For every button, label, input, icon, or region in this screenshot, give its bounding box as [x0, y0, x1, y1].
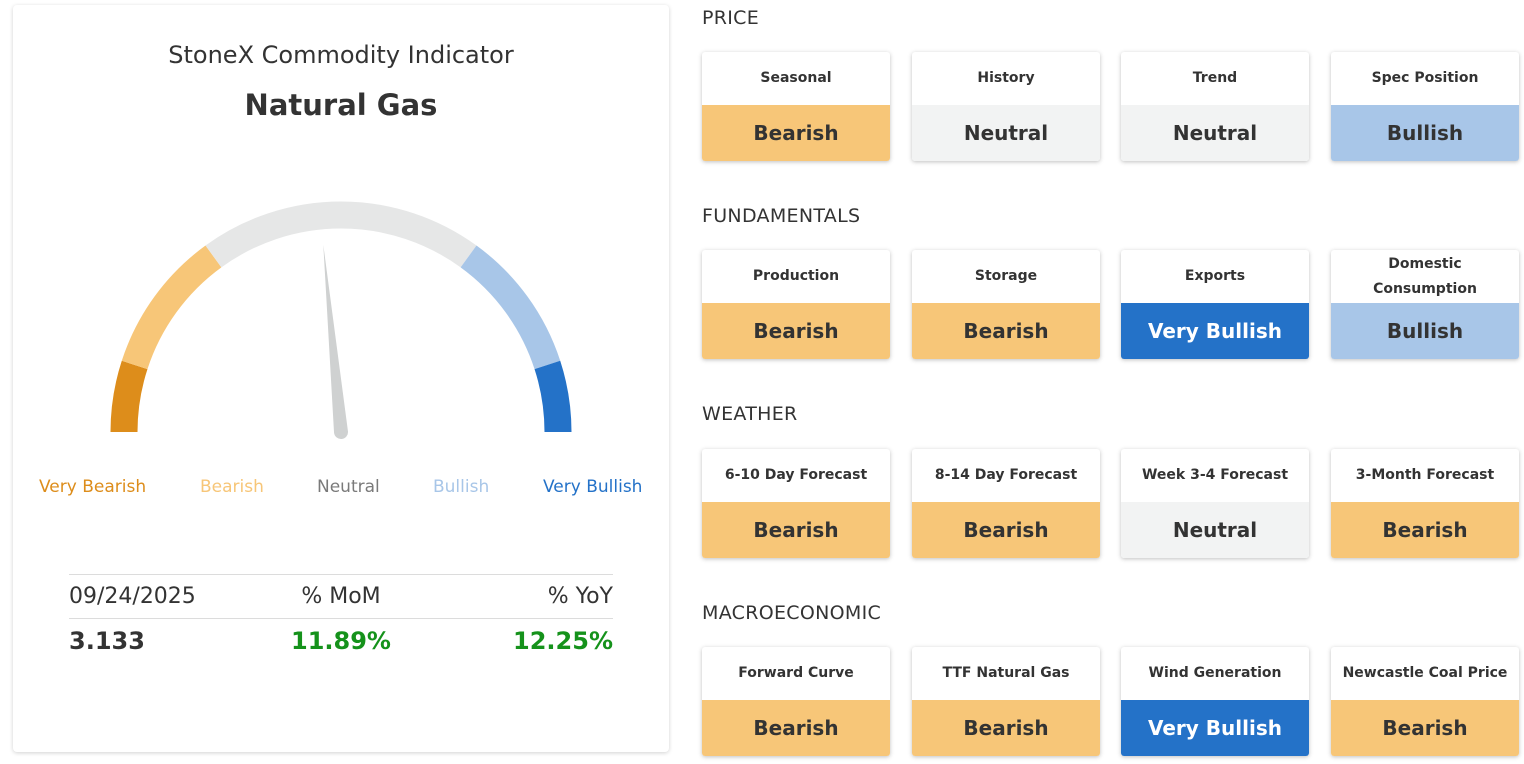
price-value: 3.133	[69, 626, 145, 655]
card-value: Bearish	[1331, 700, 1519, 756]
card-label: Spec Position	[1371, 70, 1479, 86]
legend-bullish: Bullish	[433, 477, 490, 497]
card-label: Storage	[974, 268, 1038, 284]
card-value: Neutral	[912, 105, 1100, 161]
card-label: 3-Month Forecast	[1355, 467, 1495, 483]
yoy-value: 12.25%	[513, 626, 613, 655]
card-value: Very Bullish	[1121, 303, 1309, 359]
card-label: Week 3-4 Forecast	[1141, 467, 1289, 483]
card-value: Bearish	[702, 700, 890, 756]
section-title-fundamentals: FUNDAMENTALS	[702, 205, 861, 227]
card-label: Seasonal	[760, 70, 832, 86]
card-label: Forward Curve	[738, 665, 854, 681]
card-value: Bullish	[1331, 303, 1519, 359]
yoy-label: % YoY	[547, 584, 613, 609]
card-value: Bearish	[1331, 502, 1519, 558]
card-label: Wind Generation	[1148, 665, 1282, 681]
card-8-14-day-forecast[interactable]: 8-14 Day Forecast Bearish	[912, 449, 1100, 558]
card-value: Bearish	[702, 105, 890, 161]
card-week-3-4-forecast[interactable]: Week 3-4 Forecast Neutral	[1121, 449, 1309, 558]
gauge-arc-bearish	[121, 245, 222, 370]
card-value: Bearish	[912, 502, 1100, 558]
gauge-arc-very-bearish	[110, 360, 148, 433]
card-newcastle-coal-price[interactable]: Newcastle Coal Price Bearish	[1331, 647, 1519, 756]
card-value: Neutral	[1121, 105, 1309, 161]
card-value: Very Bullish	[1121, 700, 1309, 756]
card-value: Bearish	[702, 303, 890, 359]
card-storage[interactable]: Storage Bearish	[912, 250, 1100, 359]
section-title-weather: WEATHER	[702, 403, 798, 425]
card-history[interactable]: History Neutral	[912, 52, 1100, 161]
gauge-needle	[323, 244, 348, 439]
card-label: Production	[752, 268, 840, 284]
card-value: Bearish	[912, 700, 1100, 756]
card-label: 6-10 Day Forecast	[724, 467, 868, 483]
card-value: Bullish	[1331, 105, 1519, 161]
card-forward-curve[interactable]: Forward Curve Bearish	[702, 647, 890, 756]
card-label: Exports	[1184, 268, 1246, 284]
legend-very-bullish: Very Bullish	[543, 477, 643, 497]
card-label: Newcastle Coal Price	[1342, 665, 1508, 681]
card-label: History	[977, 70, 1035, 86]
sentiment-gauge	[110, 201, 572, 439]
legend-bearish: Bearish	[200, 477, 264, 497]
card-label: TTF Natural Gas	[942, 665, 1070, 681]
section-title-price: PRICE	[702, 7, 760, 29]
mom-label: % MoM	[301, 584, 381, 609]
card-ttf-natural-gas[interactable]: TTF Natural Gas Bearish	[912, 647, 1100, 756]
commodity-indicator-card: StoneX Commodity Indicator Natural Gas V…	[13, 5, 669, 752]
card-trend[interactable]: Trend Neutral	[1121, 52, 1309, 161]
card-label: Trend	[1192, 70, 1238, 86]
card-exports[interactable]: Exports Very Bullish	[1121, 250, 1309, 359]
card-value: Neutral	[1121, 502, 1309, 558]
legend-very-bearish: Very Bearish	[39, 477, 147, 497]
card-wind-generation[interactable]: Wind Generation Very Bullish	[1121, 647, 1309, 756]
card-6-10-day-forecast[interactable]: 6-10 Day Forecast Bearish	[702, 449, 890, 558]
gauge-arc-neutral	[205, 201, 477, 268]
card-label: 8-14 Day Forecast	[934, 467, 1078, 483]
gauge-arc-bullish	[460, 245, 561, 370]
mom-value: 11.89%	[291, 626, 391, 655]
section-title-macroeconomic: MACROECONOMIC	[702, 602, 882, 624]
card-value: Bearish	[702, 502, 890, 558]
card-3-month-forecast[interactable]: 3-Month Forecast Bearish	[1331, 449, 1519, 558]
legend-neutral: Neutral	[317, 477, 380, 497]
card-spec-position[interactable]: Spec Position Bullish	[1331, 52, 1519, 161]
card-label: Domestic Consumption	[1373, 255, 1477, 297]
card-domestic-consumption[interactable]: Domestic Consumption Bullish	[1331, 250, 1519, 359]
price-date: 09/24/2025	[69, 584, 196, 609]
card-value: Bearish	[912, 303, 1100, 359]
price-stats: 09/24/2025 % MoM % YoY 3.133 11.89% 12.2…	[69, 574, 613, 662]
card-seasonal[interactable]: Seasonal Bearish	[702, 52, 890, 161]
gauge-arc-very-bullish	[534, 360, 572, 433]
card-production[interactable]: Production Bearish	[702, 250, 890, 359]
